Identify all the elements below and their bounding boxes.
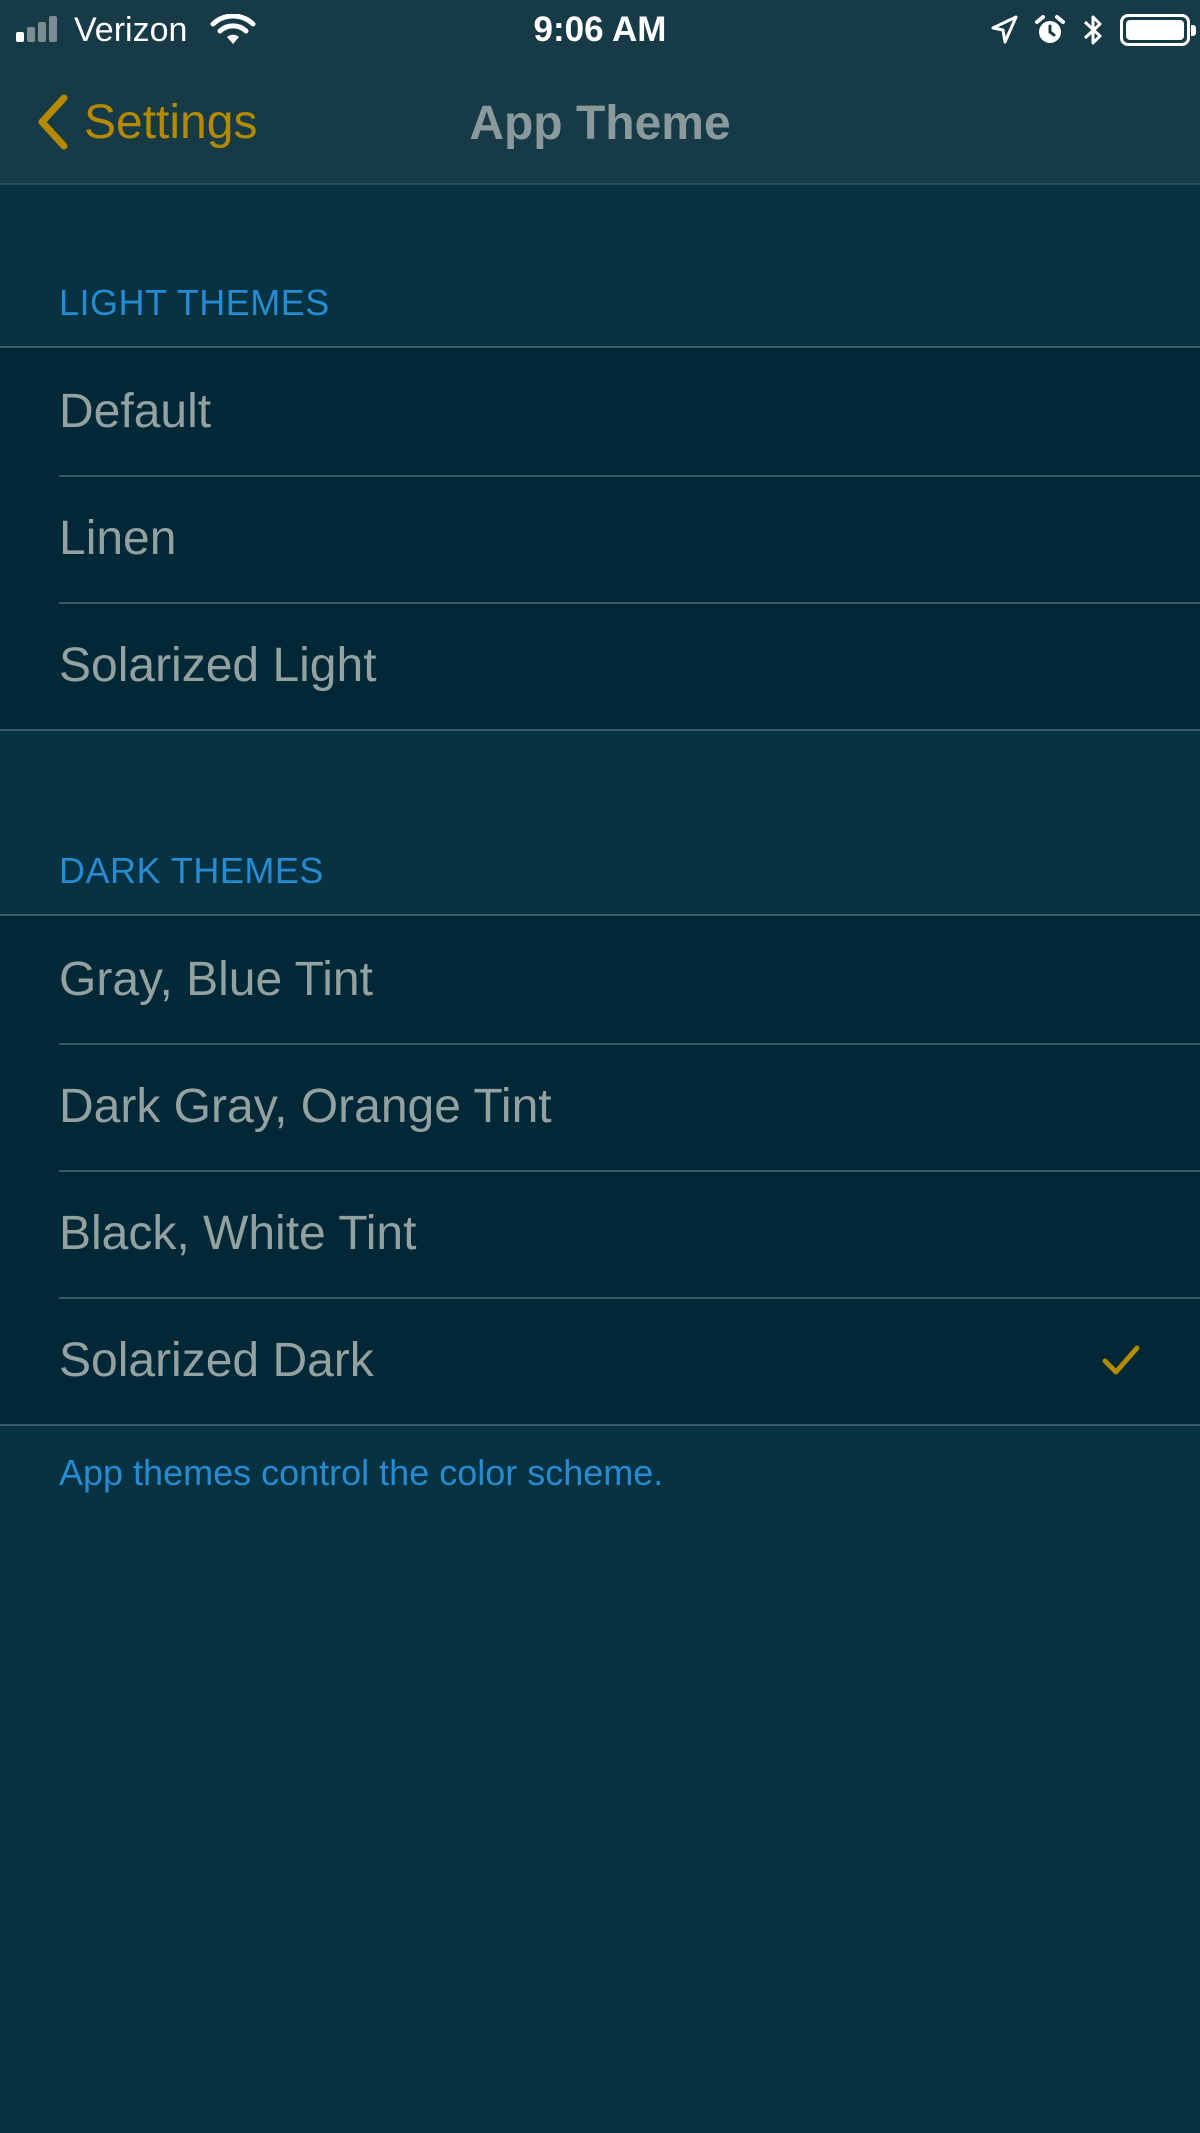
theme-option-solarized-dark[interactable]: Solarized Dark bbox=[0, 1297, 1200, 1424]
theme-option-label: Solarized Light bbox=[59, 639, 377, 692]
theme-option-dark-gray-orange-tint[interactable]: Dark Gray, Orange Tint bbox=[0, 1043, 1200, 1170]
alarm-icon bbox=[1035, 15, 1065, 43]
theme-option-label: Dark Gray, Orange Tint bbox=[59, 1080, 552, 1133]
page-title: App Theme bbox=[469, 97, 731, 150]
theme-option-label: Gray, Blue Tint bbox=[59, 953, 373, 1006]
light-themes-group: Default Linen Solarized Light bbox=[0, 346, 1200, 731]
section-footer-note: App themes control the color scheme. bbox=[59, 1452, 664, 1493]
section-header-light-themes: LIGHT THEMES bbox=[0, 186, 1200, 346]
bluetooth-icon bbox=[1083, 15, 1102, 45]
theme-option-black-white-tint[interactable]: Black, White Tint bbox=[0, 1170, 1200, 1297]
theme-option-label: Black, White Tint bbox=[59, 1207, 417, 1260]
theme-option-gray-blue-tint[interactable]: Gray, Blue Tint bbox=[0, 916, 1200, 1043]
theme-option-label: Linen bbox=[59, 512, 177, 565]
theme-option-linen[interactable]: Linen bbox=[0, 475, 1200, 602]
theme-option-label: Solarized Dark bbox=[59, 1334, 374, 1387]
theme-option-label: Default bbox=[59, 385, 212, 438]
section-header-label: LIGHT THEMES bbox=[59, 282, 330, 323]
top-bar: Verizon 9:06 AM Settings App Theme bbox=[0, 0, 1200, 185]
status-bar: Verizon 9:06 AM bbox=[0, 0, 1200, 60]
navigation-bar: Settings App Theme bbox=[0, 60, 1200, 184]
app-theme-screen: Verizon 9:06 AM Settings App Theme LIGHT… bbox=[0, 0, 1200, 2133]
checkmark-icon bbox=[1102, 1345, 1140, 1375]
theme-option-solarized-light[interactable]: Solarized Light bbox=[0, 602, 1200, 729]
location-arrow-icon bbox=[991, 15, 1018, 44]
battery-icon bbox=[1120, 14, 1196, 46]
theme-option-default[interactable]: Default bbox=[0, 348, 1200, 475]
settings-list: LIGHT THEMES Default Linen Solarized Lig… bbox=[0, 186, 1200, 1494]
section-header-label: DARK THEMES bbox=[59, 850, 324, 891]
section-header-dark-themes: DARK THEMES bbox=[0, 731, 1200, 914]
status-icons bbox=[990, 12, 1196, 48]
dark-themes-group: Gray, Blue Tint Dark Gray, Orange Tint B… bbox=[0, 914, 1200, 1426]
